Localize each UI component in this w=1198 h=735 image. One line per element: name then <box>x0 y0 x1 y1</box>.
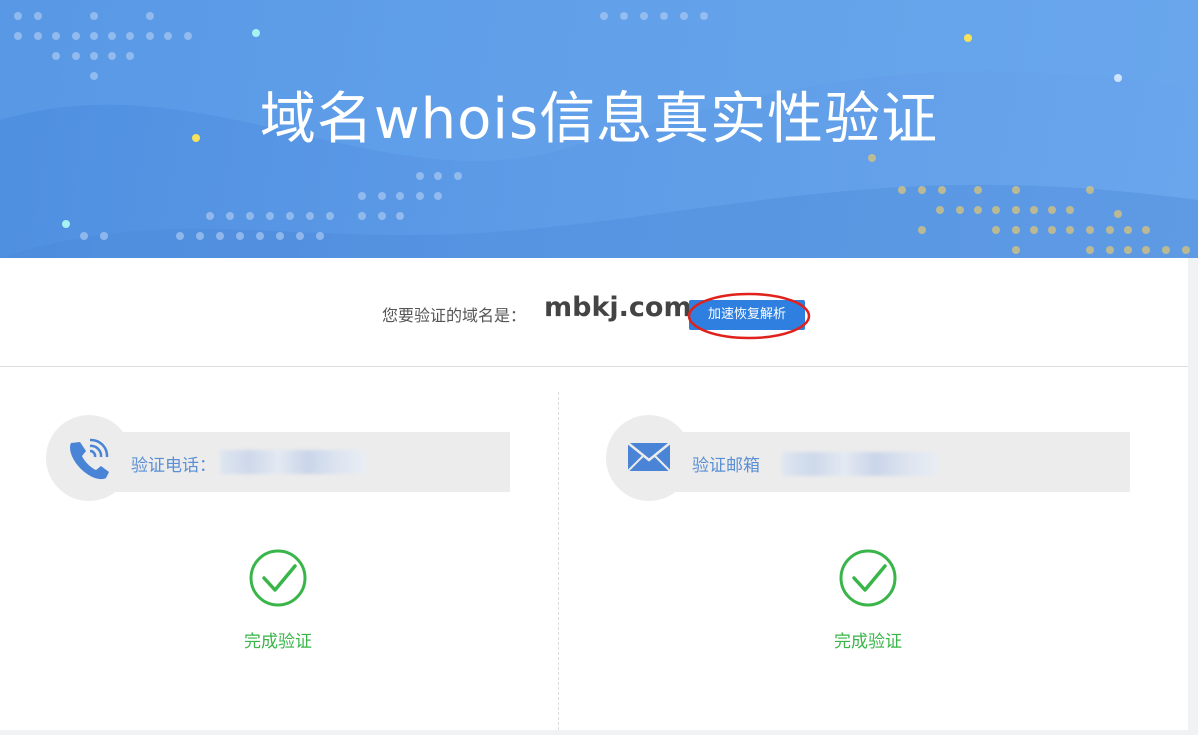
domain-label: 您要验证的域名是： <box>382 306 527 325</box>
domain-row: 您要验证的域名是： mbkj.com 加速恢复解析 <box>0 258 1188 367</box>
email-value-redacted <box>782 452 938 476</box>
phone-status-text: 完成验证 <box>244 632 312 652</box>
email-status-text: 完成验证 <box>834 632 902 652</box>
phone-check-icon <box>249 549 307 607</box>
envelope-icon <box>627 442 671 472</box>
email-label: 验证邮箱 <box>692 456 760 476</box>
phone-value-redacted <box>220 450 366 474</box>
page-title: 域名whois信息真实性验证 <box>259 87 939 152</box>
header-banner: 域名whois信息真实性验证 <box>0 0 1198 258</box>
column-divider <box>558 392 559 730</box>
phone-label: 验证电话： <box>131 456 216 476</box>
phone-icon-circle <box>46 415 132 501</box>
domain-name: mbkj.com <box>544 292 692 323</box>
phone-icon <box>70 438 109 480</box>
email-icon-circle <box>606 415 692 501</box>
highlight-ellipse <box>687 292 811 340</box>
email-check-icon <box>839 549 897 607</box>
verification-card: 您要验证的域名是： mbkj.com 加速恢复解析 验证电话： 完成验证 验证邮… <box>0 258 1188 730</box>
